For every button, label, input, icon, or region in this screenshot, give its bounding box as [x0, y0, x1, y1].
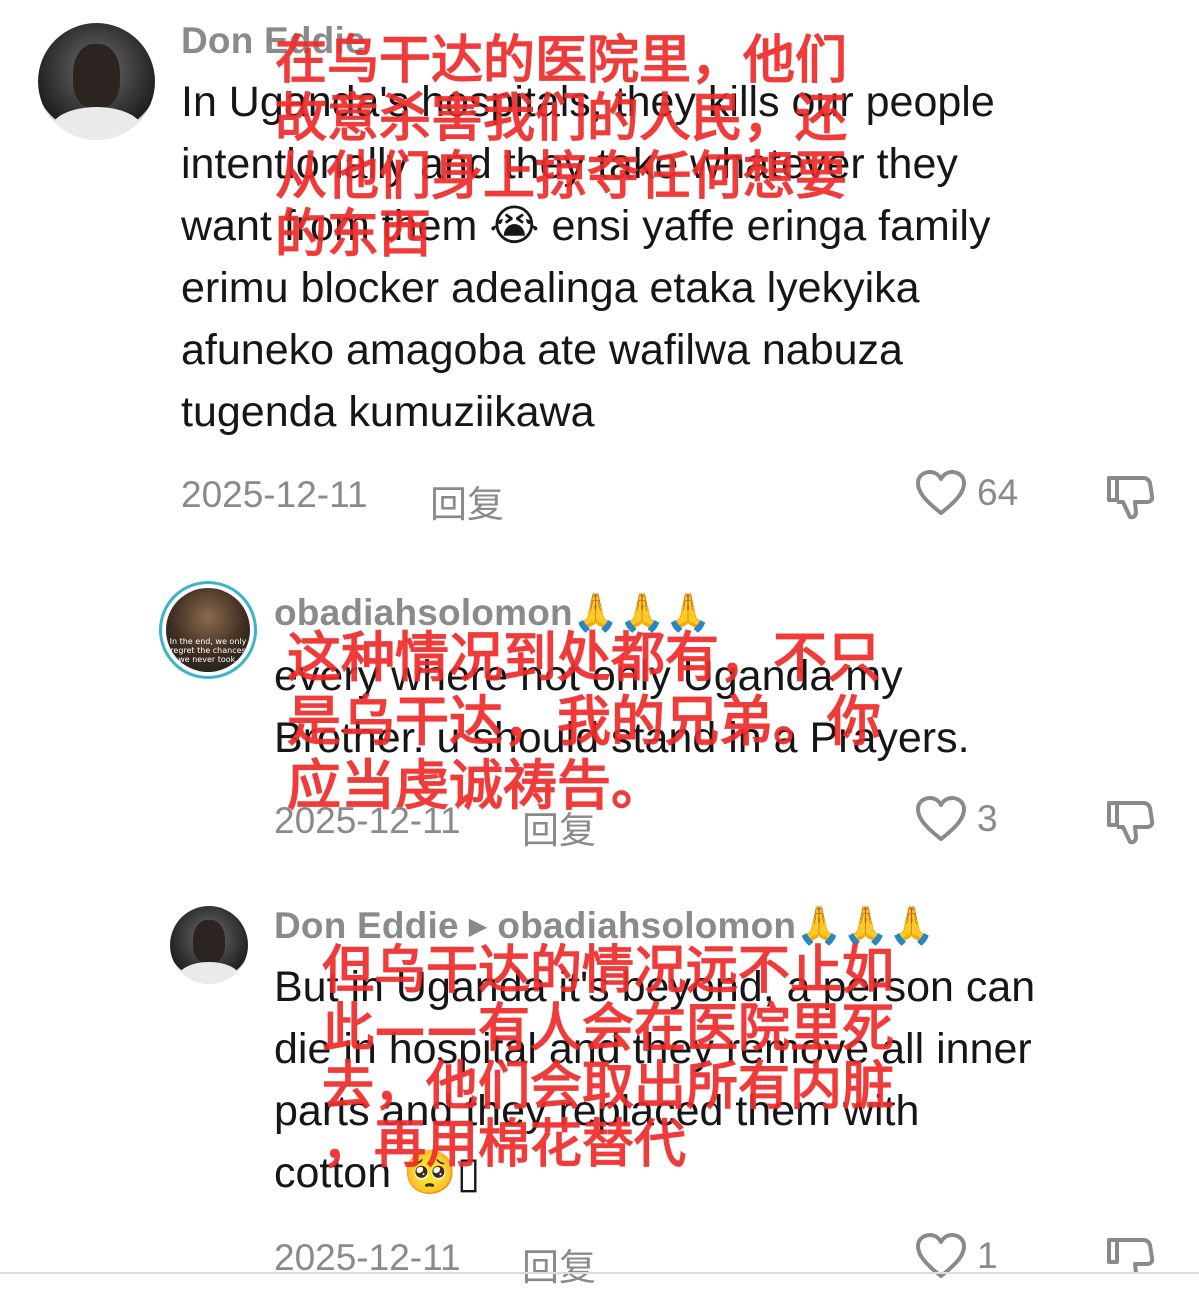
- like-count: 3: [977, 798, 998, 839]
- like-button[interactable]: 64: [915, 469, 1018, 517]
- reply-button[interactable]: 回复: [522, 1237, 596, 1291]
- avatar[interactable]: [170, 906, 248, 984]
- like-button[interactable]: 3: [915, 795, 998, 843]
- dislike-icon: [1107, 801, 1155, 845]
- heart-icon: [916, 470, 966, 515]
- overlay-line: 是乌干达，我的兄弟。你: [287, 690, 881, 753]
- reply-to-username[interactable]: obadiahsolomon: [497, 905, 796, 946]
- overlay-line: 的东西: [275, 205, 432, 265]
- dislike-icon: [1107, 1238, 1155, 1275]
- overlay-line: 这种情况到处都有，不只: [287, 626, 881, 689]
- reply-button[interactable]: 回复: [430, 474, 504, 528]
- comment-date: 2025-12-11: [181, 474, 368, 515]
- translation-overlay: 这种情况到处都有，不只 是乌干达，我的兄弟。你 应当虔诚祷告。: [287, 626, 881, 818]
- overlay-line: 去，他们会取出所有内脏: [322, 1057, 895, 1117]
- translation-overlay: 但乌干达的情况远不止如 此——有人会在医院里死 去，他们会取出所有内脏 ，再用棉…: [322, 942, 894, 1174]
- overlay-line: 故意杀害我们的人民，还: [275, 89, 848, 149]
- comment-date: 2025-12-11: [274, 800, 461, 841]
- like-count: 64: [977, 472, 1019, 513]
- overlay-line: 从他们身上掠夺任何想要: [275, 147, 848, 207]
- comment-line: tugenda kumuziikawa: [181, 388, 595, 436]
- overlay-line: 在乌干达的医院里，他们: [275, 31, 848, 91]
- avatar[interactable]: In the end, we only regret the chances w…: [166, 588, 250, 672]
- overlay-line: 但乌干达的情况远不止如: [322, 941, 895, 1001]
- reply-arrow-icon: ▶: [468, 913, 488, 940]
- avatar[interactable]: [38, 23, 155, 140]
- dislike-icon: [1107, 476, 1155, 520]
- avatar-caption: In the end, we only regret the chances w…: [169, 636, 247, 664]
- comment-line: erimu blocker adealinga etaka lyekyika: [181, 264, 920, 312]
- overlay-line: 此——有人会在医院里死: [322, 999, 895, 1059]
- dislike-button[interactable]: [1105, 797, 1155, 850]
- dislike-button[interactable]: [1105, 472, 1155, 525]
- overlay-line: ，再用棉花替代: [322, 1115, 687, 1175]
- like-count: 1: [977, 1235, 998, 1276]
- translation-overlay: 在乌干达的医院里，他们 故意杀害我们的人民，还 从他们身上掠夺任何想要 的东西: [275, 32, 847, 264]
- heart-icon: [916, 796, 966, 841]
- comment-line: afuneko amagoba ate wafilwa nabuza: [181, 326, 903, 374]
- divider: [0, 1272, 1199, 1274]
- reply-button[interactable]: 回复: [522, 800, 596, 854]
- username-text: Don Eddie: [274, 905, 459, 946]
